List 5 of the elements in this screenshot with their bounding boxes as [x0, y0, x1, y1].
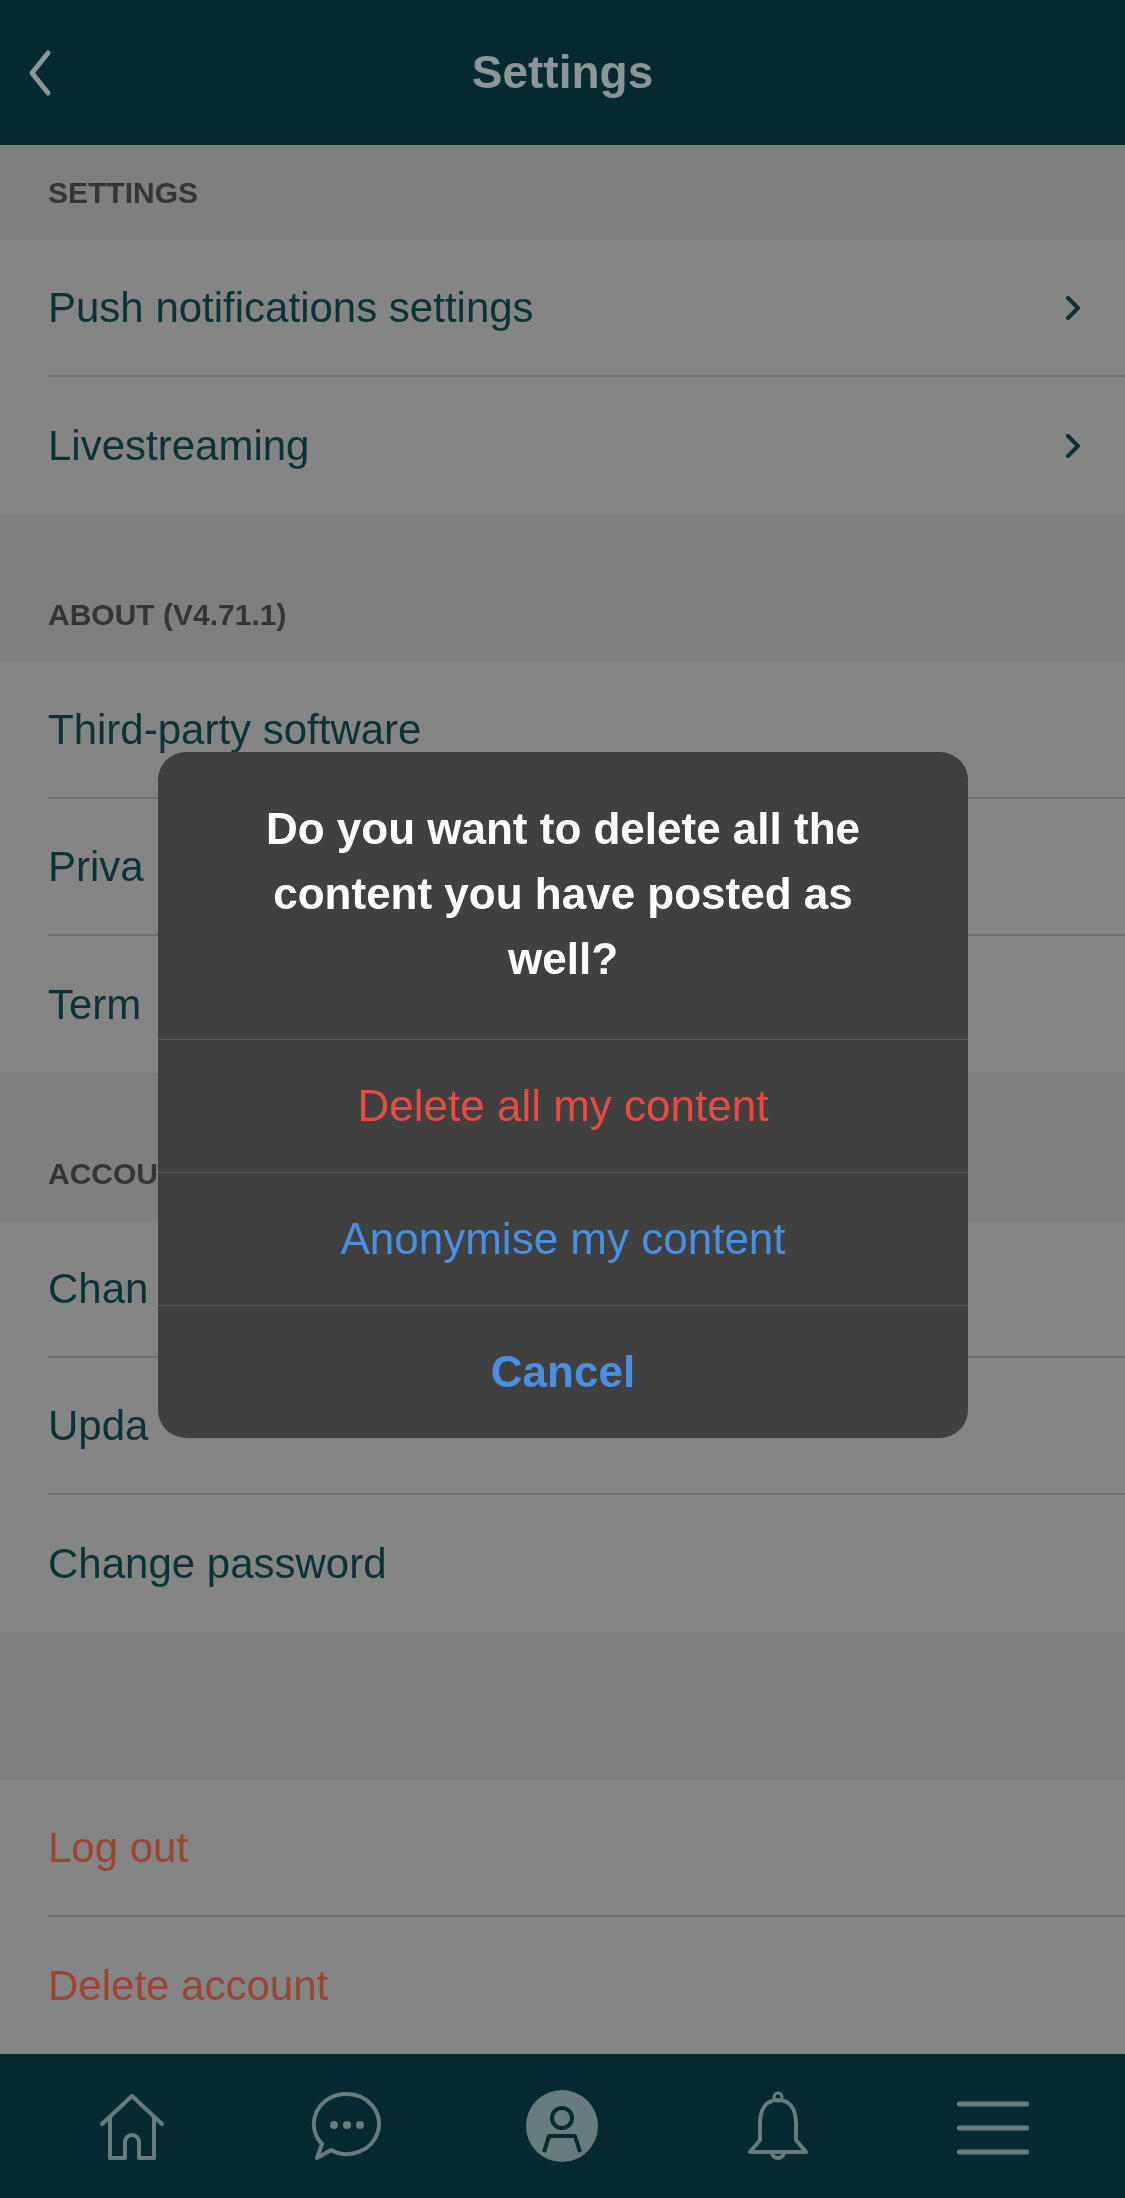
alert-message: Do you want to delete all the content you have posted as well?: [264, 803, 862, 985]
page-title: Settings: [471, 45, 654, 100]
section-heading: ACCOU: [48, 1156, 158, 1192]
section-heading: SETTINGS: [48, 175, 198, 211]
section-heading: ABOUT (V4.71.1): [48, 597, 287, 633]
